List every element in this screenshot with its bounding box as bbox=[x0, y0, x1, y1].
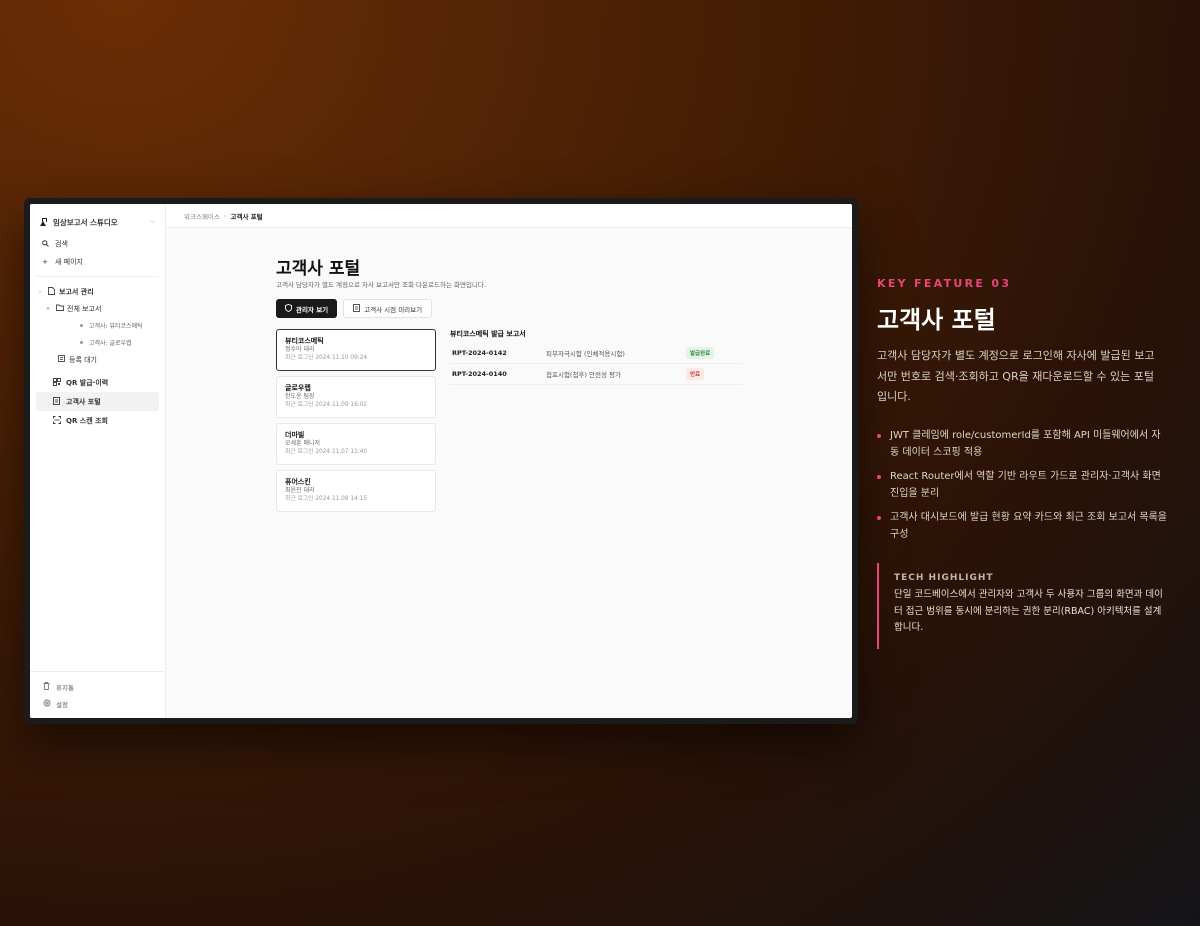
tree-leaf-label: 고객사: 글로우랩 bbox=[89, 340, 132, 347]
tree-leaf-label: 고객사: 뷰티코스메틱 bbox=[89, 323, 143, 330]
shield-icon bbox=[285, 303, 292, 314]
workspace-switcher[interactable]: 임상보고서 스튜디오 ⌵ bbox=[36, 214, 159, 230]
feature-bullets: JWT 클레임에 role/customerId를 포함해 API 미들웨어에서… bbox=[877, 428, 1167, 551]
main-area: 워크스페이스 › 고객사 포털 고객사 포털 고객사 담당자가 별도 계정으로 … bbox=[166, 204, 852, 718]
search-icon bbox=[40, 239, 50, 249]
file-icon bbox=[47, 286, 56, 297]
sidebar-footer: 휴지통 설정 bbox=[30, 671, 165, 712]
nav-label: 고객사 포털 bbox=[66, 397, 101, 406]
document-icon bbox=[353, 303, 361, 314]
client-preview-label: 고객사 시점 미리보기 bbox=[364, 305, 423, 314]
report-name: 첩포시험(첩후) 안전성 평가 bbox=[546, 371, 621, 379]
chevron-down-icon: ⌵ bbox=[150, 218, 155, 225]
status-badge: 발급완료 bbox=[686, 347, 715, 359]
customer-contact: 한도윤 팀장 bbox=[285, 393, 315, 400]
gear-icon bbox=[42, 699, 51, 709]
flask-icon bbox=[40, 218, 47, 226]
feature-bullet: JWT 클레임에 role/customerId를 포함해 API 미들웨어에서… bbox=[877, 428, 1167, 461]
breadcrumb: 워크스페이스 › 고객사 포털 bbox=[166, 204, 852, 228]
customer-name: 글로우랩 bbox=[285, 384, 311, 392]
plus-icon: + bbox=[42, 258, 48, 266]
tree-leaf[interactable]: 고객사: 뷰티코스메틱 bbox=[36, 317, 159, 334]
app-viewport: 임상보고서 스튜디오 ⌵ 검색 + 새 페이지 › 보고서 관리 ▾ 전체 보고… bbox=[30, 204, 852, 718]
trash-icon bbox=[42, 681, 51, 692]
breadcrumb-current: 고객사 포털 bbox=[230, 212, 263, 221]
nav-qr-scan[interactable]: QR 스캔 조회 bbox=[36, 411, 159, 430]
sidebar-divider bbox=[36, 271, 159, 277]
document-icon bbox=[52, 396, 61, 407]
admin-view-label: 관리자 보기 bbox=[296, 305, 329, 314]
nav-client-portal[interactable]: 고객사 포털 bbox=[36, 392, 159, 411]
tree-root-label: 보고서 관리 bbox=[59, 287, 94, 296]
feature-bullet: 고객사 대시보드에 발급 현황 요약 카드와 최근 조회 보고서 목록을 구성 bbox=[877, 510, 1167, 543]
customer-name: 퓨어스킨 bbox=[285, 478, 311, 486]
customer-contact: 최윤진 대리 bbox=[285, 487, 315, 494]
sidebar: 임상보고서 스튜디오 ⌵ 검색 + 새 페이지 › 보고서 관리 ▾ 전체 보고… bbox=[30, 204, 166, 718]
qr-icon bbox=[52, 377, 61, 388]
sidebar-search[interactable]: 검색 bbox=[36, 235, 159, 253]
list-icon bbox=[57, 355, 66, 364]
sidebar-trash[interactable]: 휴지통 bbox=[42, 678, 153, 695]
customer-card[interactable]: 뷰티코스메틱 정수아 대리 최근 로그인 2024.11.10 09:24 bbox=[276, 329, 436, 371]
tree-folder-label: 전체 보고서 bbox=[67, 304, 102, 313]
feature-bullet: React Router에서 역할 기반 라우트 가드로 관리자·고객사 화면 … bbox=[877, 469, 1167, 502]
pending-label: 등록 대기 bbox=[69, 355, 97, 364]
caret-right-icon: › bbox=[38, 288, 42, 295]
bullet-dot-icon bbox=[80, 324, 83, 327]
sidebar-settings[interactable]: 설정 bbox=[42, 695, 153, 712]
customer-last-login: 최근 로그인 2024.11.09 16:02 bbox=[285, 402, 368, 408]
breadcrumb-parent[interactable]: 워크스페이스 bbox=[184, 211, 220, 221]
view-toggle: 관리자 보기 고객사 시점 미리보기 bbox=[276, 299, 433, 318]
trash-label: 휴지통 bbox=[56, 683, 74, 692]
nav-label: QR 발급·이력 bbox=[66, 378, 109, 387]
tree-root-reports[interactable]: › 보고서 관리 bbox=[36, 283, 159, 300]
customer-name: 뷰티코스메틱 bbox=[285, 337, 324, 345]
table-row[interactable]: RPT-2024-0140 첩포시험(첩후) 안전성 평가 반료 bbox=[450, 364, 742, 385]
new-page-label: 새 페이지 bbox=[55, 258, 83, 266]
search-label: 검색 bbox=[55, 240, 68, 248]
customer-contact: 정수아 대리 bbox=[285, 346, 315, 353]
tree-item-pending[interactable]: 등록 대기 bbox=[36, 351, 159, 368]
customer-last-login: 최근 로그인 2024.11.08 14:15 bbox=[285, 496, 368, 502]
settings-label: 설정 bbox=[56, 700, 68, 709]
caret-down-icon: ▾ bbox=[46, 305, 50, 312]
status-badge: 반료 bbox=[686, 368, 705, 380]
folder-icon bbox=[55, 304, 64, 313]
tech-highlight-text: 단일 코드베이스에서 관리자와 고객사 두 사용자 그룹의 화면과 데이터 접근… bbox=[894, 589, 1163, 633]
workspace-name: 임상보고서 스튜디오 bbox=[53, 217, 118, 227]
feature-description-text: 고객사 담당자가 별도 계정으로 로그인해 자사에 발급된 보고서만 번호로 검… bbox=[877, 349, 1155, 403]
tree-folder-all[interactable]: ▾ 전체 보고서 bbox=[36, 300, 159, 317]
customer-card[interactable]: 퓨어스킨 최윤진 대리 최근 로그인 2024.11.08 14:15 bbox=[276, 470, 436, 512]
chevron-right-icon: › bbox=[223, 211, 227, 220]
bullet-dot-icon bbox=[80, 341, 83, 344]
tech-highlight-label: TECH HIGHLIGHT bbox=[894, 573, 994, 583]
customer-name: 더마빌 bbox=[285, 431, 305, 439]
customer-last-login: 최근 로그인 2024.11.07 11:40 bbox=[285, 449, 368, 455]
table-row[interactable]: RPT-2024-0142 피부자극시험 (인체적용시험) 발급완료 bbox=[450, 343, 742, 364]
feature-kicker: KEY FEATURE 03 bbox=[877, 277, 1012, 290]
customer-last-login: 최근 로그인 2024.11.10 09:24 bbox=[285, 355, 368, 361]
sidebar-new-page[interactable]: + 새 페이지 bbox=[36, 253, 159, 271]
customer-list: 뷰티코스메틱 정수아 대리 최근 로그인 2024.11.10 09:24 글로… bbox=[276, 329, 436, 517]
client-preview-button[interactable]: 고객사 시점 미리보기 bbox=[343, 299, 433, 318]
app-window: 임상보고서 스튜디오 ⌵ 검색 + 새 페이지 › 보고서 관리 ▾ 전체 보고… bbox=[24, 198, 858, 724]
report-panel: 뷰티코스메틱 발급 보고서 RPT-2024-0142 피부자극시험 (인체적용… bbox=[450, 329, 742, 385]
page-content: 고객사 포털 고객사 담당자가 별도 계정으로 자사 보고서만 조회·다운로드하… bbox=[276, 228, 852, 718]
page-subtitle: 고객사 담당자가 별도 계정으로 자사 보고서만 조회·다운로드하는 화면입니다… bbox=[276, 281, 486, 289]
page-title: 고객사 포털 bbox=[276, 259, 361, 279]
nav-qr-issue[interactable]: QR 발급·이력 bbox=[36, 373, 159, 392]
customer-card[interactable]: 글로우랩 한도윤 팀장 최근 로그인 2024.11.09 16:02 bbox=[276, 376, 436, 418]
nav-label: QR 스캔 조회 bbox=[66, 416, 108, 425]
customer-card[interactable]: 더마빌 오세훈 매니저 최근 로그인 2024.11.07 11:40 bbox=[276, 423, 436, 465]
tech-highlight: TECH HIGHLIGHT 단일 코드베이스에서 관리자와 고객사 두 사용자… bbox=[877, 563, 1167, 649]
report-number: RPT-2024-0140 bbox=[452, 370, 507, 378]
tree-leaf[interactable]: 고객사: 글로우랩 bbox=[36, 334, 159, 351]
report-name: 피부자극시험 (인체적용시험) bbox=[546, 350, 625, 358]
admin-view-button[interactable]: 관리자 보기 bbox=[276, 299, 338, 318]
scan-icon bbox=[52, 415, 61, 426]
report-panel-title: 뷰티코스메틱 발급 보고서 bbox=[450, 330, 526, 338]
feature-title: 고객사 포털 bbox=[877, 306, 996, 334]
report-number: RPT-2024-0142 bbox=[452, 349, 507, 357]
customer-contact: 오세훈 매니저 bbox=[285, 440, 321, 447]
